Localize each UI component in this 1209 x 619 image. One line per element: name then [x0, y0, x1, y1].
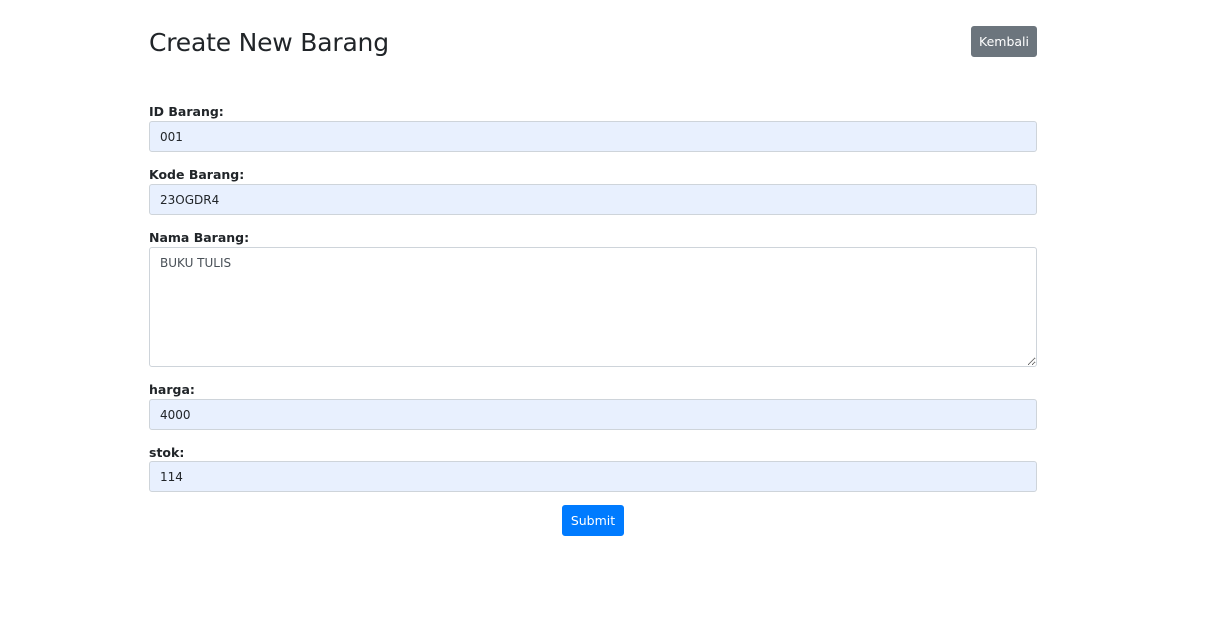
- submit-button[interactable]: Submit: [562, 505, 624, 536]
- stok-label: stok:: [149, 445, 185, 460]
- kembali-button[interactable]: Kembali: [971, 26, 1037, 57]
- nama-barang-label: Nama Barang:: [149, 230, 250, 245]
- nama-barang-textarea[interactable]: BUKU TULIS: [149, 247, 1037, 367]
- stok-input[interactable]: [149, 461, 1037, 492]
- id-barang-label: ID Barang:: [149, 104, 224, 119]
- page-title: Create New Barang: [149, 28, 389, 57]
- id-barang-input[interactable]: [149, 121, 1037, 152]
- harga-input[interactable]: [149, 399, 1037, 430]
- kode-barang-input[interactable]: [149, 184, 1037, 215]
- kode-barang-label: Kode Barang:: [149, 167, 245, 182]
- harga-label: harga:: [149, 382, 195, 397]
